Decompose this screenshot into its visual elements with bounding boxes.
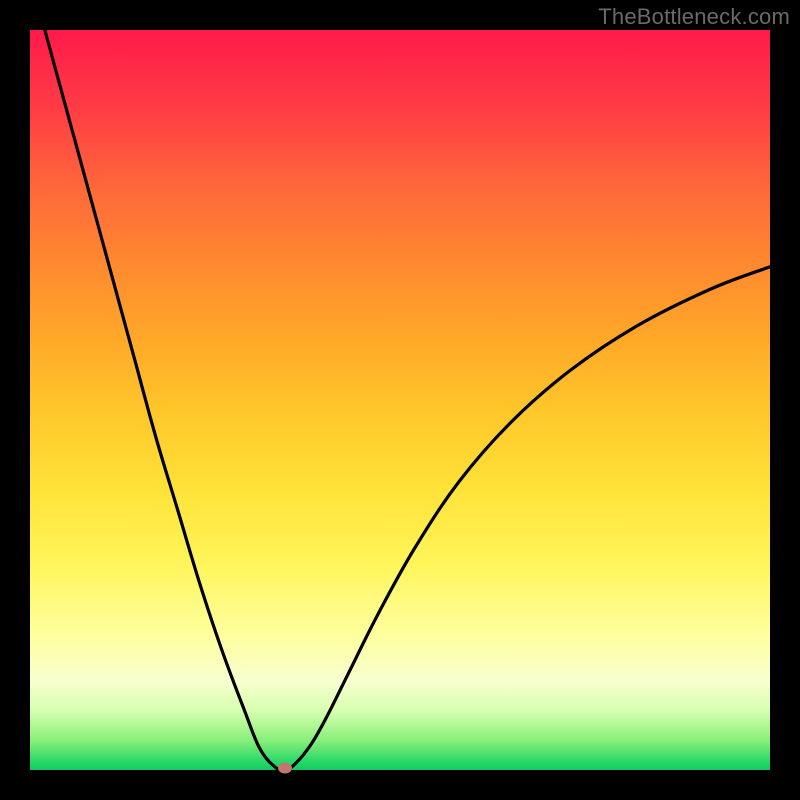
- minimum-point-marker: [278, 763, 292, 774]
- plot-area: [30, 30, 770, 770]
- curve-svg: [30, 30, 770, 770]
- bottleneck-curve: [45, 30, 770, 770]
- watermark-text: TheBottleneck.com: [598, 4, 790, 30]
- chart-frame: TheBottleneck.com: [0, 0, 800, 800]
